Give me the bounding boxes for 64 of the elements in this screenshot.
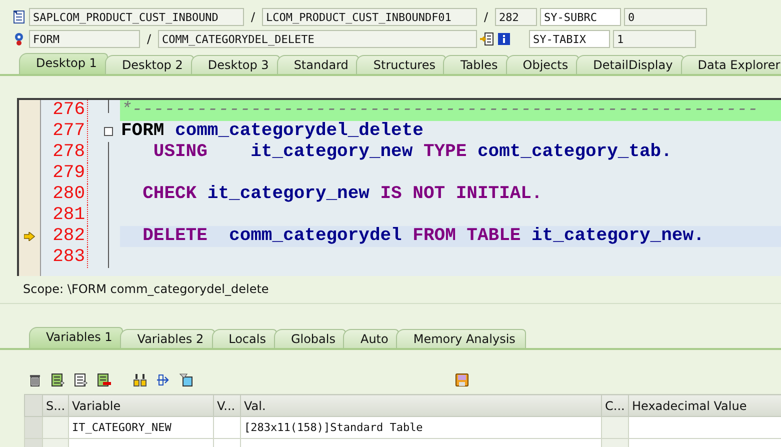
system-field-name: SY-SUBRC (540, 8, 621, 26)
columns-icon[interactable] (133, 373, 147, 387)
column-header[interactable]: Hexadecimal Value (628, 394, 781, 416)
tab[interactable]: Tables (443, 55, 509, 74)
table-cell (42, 416, 68, 438)
tab[interactable]: Variables 1 (29, 327, 124, 348)
table-cell (214, 416, 240, 438)
code-line: FORM comm_categorydel_delete (120, 121, 424, 142)
table-cell: IT_CATEGORY_NEW (68, 416, 214, 438)
filter-icon[interactable] (179, 373, 193, 387)
line-number: 282 (41, 226, 88, 247)
column-header[interactable]: S... (42, 394, 68, 416)
column-header[interactable]: Variable (68, 394, 214, 416)
code-line: USING it_category_new TYPE comt_category_tab. (152, 142, 673, 163)
tab[interactable]: Variables 2 (120, 329, 215, 348)
tab[interactable]: Structures (356, 55, 446, 74)
tab[interactable]: Memory Analysis (396, 329, 526, 348)
tab[interactable]: Desktop 1 (19, 53, 108, 74)
tab[interactable]: Locals (212, 329, 277, 348)
line-number: 280 (41, 184, 88, 205)
save-icon[interactable] (455, 373, 469, 387)
code-line: CHECK it_category_new IS NOT INITIAL. (142, 184, 544, 205)
system-field-name: SY-TABIX (529, 30, 610, 48)
list-icon[interactable] (51, 373, 65, 387)
scope-label: Scope: \FORM comm_categorydel_delete (0, 276, 781, 304)
collapse-icon[interactable] (104, 127, 112, 136)
info-icon[interactable] (497, 32, 511, 46)
row-header (24, 394, 42, 416)
list-delete-icon[interactable] (97, 373, 111, 387)
table-cell: [283x11(158)]Standard Table (240, 416, 602, 438)
list-arrow-icon[interactable] (480, 32, 494, 46)
event-type-field: FORM (29, 30, 140, 48)
system-field-value: 1 (613, 30, 696, 48)
system-field-value: 0 (624, 8, 707, 26)
tab[interactable]: Desktop 2 (104, 55, 194, 74)
line-number: 277 (41, 121, 88, 142)
line-number: 278 (41, 142, 88, 163)
line-number: 281 (41, 205, 88, 226)
line-number: 279 (41, 163, 88, 184)
tab[interactable]: DetailDisplay (576, 55, 684, 74)
event-field: COMM_CATEGORYDEL_DELETE (158, 30, 477, 48)
code-editor[interactable] (17, 98, 781, 276)
separator: / (250, 10, 256, 24)
column-header[interactable]: C... (602, 394, 628, 416)
tab[interactable]: Desktop 3 (190, 55, 280, 74)
separator: / (146, 32, 152, 46)
program-field: SAPLCOM_PRODUCT_CUST_INBOUND (29, 8, 244, 26)
line-number: 276 (41, 100, 88, 121)
separator: / (482, 10, 490, 24)
column-header[interactable]: V... (214, 394, 240, 416)
program-icon (12, 10, 26, 24)
tab[interactable]: Objects (506, 55, 580, 74)
tab[interactable]: Data Explorer (680, 55, 781, 74)
tab[interactable]: Standard (276, 55, 360, 74)
transfer-icon[interactable] (156, 373, 170, 387)
line-field: 282 (495, 8, 537, 26)
table-cell (602, 416, 628, 438)
column-header[interactable]: Val. (240, 394, 602, 416)
tab[interactable]: Globals (274, 329, 346, 348)
line-number: 283 (41, 247, 88, 268)
tab[interactable]: Auto (343, 329, 400, 348)
trash-icon[interactable] (28, 373, 42, 387)
list-icon[interactable] (74, 373, 88, 387)
include-field: LCOM_PRODUCT_CUST_INBOUNDF01 (262, 8, 477, 26)
